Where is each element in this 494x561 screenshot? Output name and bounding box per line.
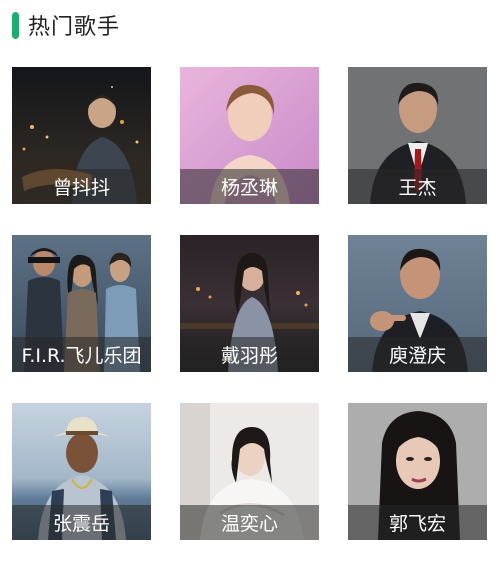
singer-name-overlay: 张震岳: [12, 505, 151, 540]
singer-name-overlay: F.I.R.飞儿乐团: [12, 337, 151, 372]
singer-name-overlay: 王杰: [348, 169, 487, 204]
singer-name-overlay: 郭飞宏: [348, 505, 487, 540]
singer-card[interactable]: F.I.R.飞儿乐团: [12, 235, 151, 372]
singer-card[interactable]: 王杰: [348, 67, 487, 204]
singer-card[interactable]: 温奕心: [180, 403, 319, 540]
singer-card[interactable]: 郭飞宏: [348, 403, 487, 540]
singer-name-overlay: 曾抖抖: [12, 169, 151, 204]
singer-name: 郭飞宏: [388, 513, 446, 535]
singer-name: 王杰: [398, 177, 437, 199]
section-accent-bar: [12, 11, 19, 39]
singer-card[interactable]: 曾抖抖: [12, 67, 151, 204]
singer-card[interactable]: 戴羽彤: [180, 235, 319, 372]
singer-name: 曾抖抖: [52, 177, 110, 199]
section-title: 热门歌手: [28, 15, 121, 40]
singer-name: 戴羽彤: [220, 345, 278, 367]
singer-name: 温奕心: [220, 513, 278, 535]
singer-name: F.I.R.飞儿乐团: [21, 345, 142, 367]
singer-card[interactable]: 张震岳: [12, 403, 151, 540]
singer-name-overlay: 杨丞琳: [180, 169, 319, 204]
singer-name-overlay: 戴羽彤: [180, 337, 319, 372]
singer-card[interactable]: 杨丞琳: [180, 67, 319, 204]
singer-name-overlay: 温奕心: [180, 505, 319, 540]
singer-card[interactable]: 庾澄庆: [348, 235, 487, 372]
singer-grid: 曾抖抖 杨丞琳 王杰 F.I.R.飞儿乐团 戴羽彤 庾澄庆 张震岳 温奕心 郭飞…: [12, 67, 488, 540]
singer-name: 庾澄庆: [388, 345, 446, 367]
hot-singers-header: 热门歌手: [12, 10, 120, 40]
singer-name: 张震岳: [52, 513, 110, 535]
singer-name-overlay: 庾澄庆: [348, 337, 487, 372]
singer-name: 杨丞琳: [220, 177, 278, 199]
